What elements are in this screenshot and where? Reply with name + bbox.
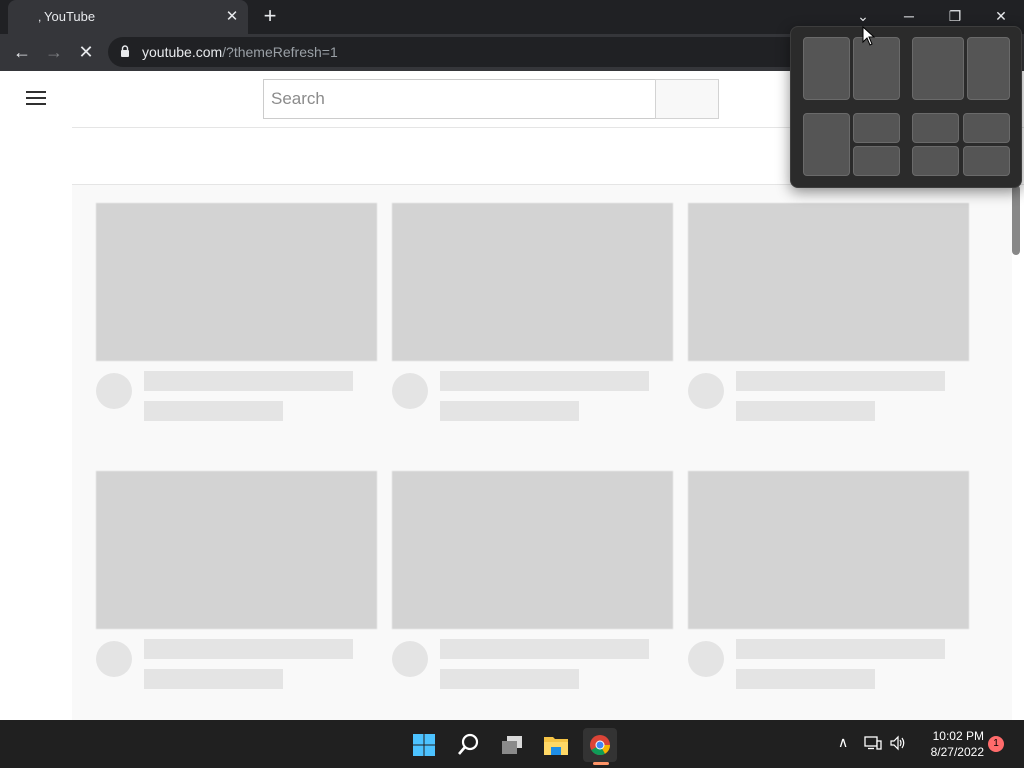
thumbnail-placeholder [688,203,969,361]
avatar-placeholder [392,373,428,409]
avatar-placeholder [96,373,132,409]
thumbnail-placeholder [392,203,673,361]
avatar-placeholder [688,641,724,677]
search-box[interactable] [263,79,656,119]
new-tab-button[interactable]: + [258,5,282,29]
chrome-icon [590,735,611,756]
volume-icon[interactable] [889,735,907,751]
meta-placeholder [736,401,875,421]
snap-zone-two-col-right[interactable] [853,37,900,100]
snap-zone-mixed-bottom-right[interactable] [853,146,900,176]
avatar-placeholder [392,641,428,677]
title-placeholder [440,639,649,659]
meta-placeholder [440,669,579,689]
avatar-placeholder [688,373,724,409]
snap-zone-grid-bottom-left[interactable] [912,146,959,176]
meta-placeholder [736,669,875,689]
stop-loading-button[interactable]: ✕ [72,38,100,66]
video-card-placeholder[interactable] [96,471,377,689]
title-placeholder [736,371,945,391]
search-button[interactable] [655,79,719,119]
video-card-placeholder[interactable] [392,471,673,689]
clock-time: 10:02 PM [932,729,984,743]
thumbnail-placeholder [96,471,377,629]
snap-zone-grid-bottom-right[interactable] [963,146,1010,176]
video-card-placeholder[interactable] [688,203,969,421]
tab-title: YouTube [44,9,96,24]
chrome-taskbar-item[interactable] [583,728,617,762]
url-path: /?themeRefresh=1 [222,44,338,60]
url-text: youtube.com/?themeRefresh=1 [142,44,338,60]
chevron-up-icon[interactable]: ∧ [838,734,848,751]
video-card-placeholder[interactable] [96,203,377,421]
snap-zone-grid-top-right[interactable] [963,113,1010,143]
snap-zone-two-col-left[interactable] [803,37,850,100]
thumbnail-placeholder [96,203,377,361]
tab-close-button[interactable]: ✕ [222,7,242,27]
meta-placeholder [440,401,579,421]
thumbnail-placeholder [392,471,673,629]
search-input[interactable] [264,80,655,118]
thumbnail-placeholder [688,471,969,629]
title-placeholder [144,639,353,659]
meta-placeholder [144,401,283,421]
active-app-indicator [593,762,609,765]
system-clock[interactable]: 10:02 PM 8/27/2022 [914,728,984,760]
mouse-cursor-icon [862,26,876,46]
notification-badge[interactable]: 1 [988,736,1004,752]
back-button[interactable]: ← [8,38,36,66]
url-domain: youtube.com [142,44,223,60]
lock-icon [121,45,129,57]
taskbar: ∧ 10:02 PM 8/27/2022 1 [0,720,1024,768]
forward-button[interactable]: → [40,38,68,66]
snap-zone-mixed-left[interactable] [803,113,850,176]
title-placeholder [144,371,353,391]
clock-date: 8/27/2022 [930,745,984,759]
avatar-placeholder [96,641,132,677]
snap-zone-grid-top-left[interactable] [912,113,959,143]
task-view-icon[interactable] [495,728,529,762]
meta-placeholder [144,669,283,689]
snap-zone-wide-right[interactable] [967,37,1010,100]
snap-zone-wide-left[interactable] [912,37,964,100]
video-grid [72,185,1012,720]
tab-youtube[interactable]: , YouTube ✕ [8,0,248,34]
video-card-placeholder[interactable] [392,203,673,421]
snap-layouts-flyout [790,26,1022,188]
title-placeholder [736,639,945,659]
search-icon[interactable] [451,728,485,762]
snap-zone-mixed-top-right[interactable] [853,113,900,143]
start-icon[interactable] [407,728,441,762]
page-scrollbar[interactable] [1012,185,1020,255]
network-icon[interactable] [864,735,882,751]
file-explorer-icon[interactable] [539,728,573,762]
video-card-placeholder[interactable] [688,471,969,689]
menu-icon[interactable] [26,91,46,105]
title-placeholder [440,371,649,391]
